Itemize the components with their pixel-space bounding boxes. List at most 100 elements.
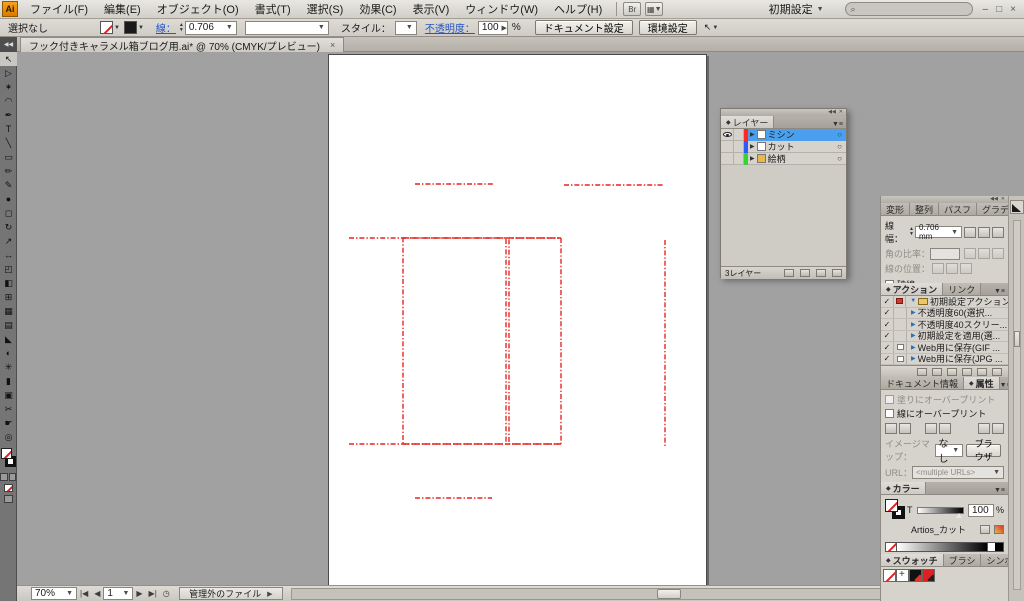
tab-stroke-group-2[interactable]: パスフ — [939, 203, 977, 215]
next-artboard-button[interactable]: ▶ — [133, 589, 145, 598]
swatch-blackred[interactable] — [909, 569, 922, 582]
collapse-tools-icon[interactable]: ◀◀ — [0, 37, 17, 52]
tab-stroke-group-1[interactable]: 整列 — [910, 203, 939, 215]
action-check-icon[interactable]: ✓ — [881, 354, 894, 365]
perspective-grid-tool[interactable]: ⊞ — [0, 290, 17, 304]
prev-artboard-button[interactable]: ◀ — [91, 589, 103, 598]
join-miter-button[interactable] — [964, 248, 976, 259]
blob-brush-tool[interactable]: ● — [0, 192, 17, 206]
line-segment-tool[interactable]: ╲ — [0, 136, 17, 150]
join-bevel-button[interactable] — [992, 248, 1004, 259]
lock-toggle[interactable] — [734, 129, 744, 141]
action-check-icon[interactable]: ✓ — [881, 319, 894, 330]
gradient-mode-button[interactable] — [9, 473, 17, 481]
tint-slider[interactable] — [917, 507, 964, 514]
mesh-tool[interactable]: ▦ — [0, 304, 17, 318]
rotate-tool[interactable]: ↻ — [0, 220, 17, 234]
hide-center-button[interactable] — [899, 423, 911, 434]
scrollbar-thumb[interactable] — [657, 589, 681, 599]
stroke-weight-stepper[interactable]: ▲▼ — [909, 227, 914, 237]
expand-icon[interactable]: ▶ — [750, 143, 755, 150]
panel-menu-icon[interactable]: ▼≡ — [832, 121, 843, 128]
tab-actions-group-0[interactable]: アクション — [881, 283, 943, 295]
tab-actions-group-1[interactable]: リンク — [943, 283, 981, 295]
style-dropdown[interactable]: ▼ — [395, 21, 417, 35]
tab-swatch-group-1[interactable]: ブラシ — [944, 554, 982, 566]
stroke-link[interactable]: 線： — [156, 20, 176, 35]
fill-rule-nonzero-button[interactable] — [978, 423, 990, 434]
expand-icon[interactable]: ▶ — [911, 344, 916, 351]
first-artboard-button[interactable]: |◀ — [77, 589, 91, 598]
tab-close-icon[interactable]: × — [330, 40, 335, 50]
white-chip[interactable] — [987, 543, 995, 551]
target-circle-icon[interactable]: ○ — [837, 154, 842, 163]
close-icon[interactable]: ✕ — [1001, 197, 1005, 202]
overprint-fill-checkbox[interactable] — [885, 395, 894, 404]
url-dropdown[interactable]: <multiple URLs> ▼ — [912, 466, 1004, 479]
delete-action-icon[interactable] — [992, 368, 1002, 376]
menu-item-5[interactable]: 効果(C) — [351, 0, 404, 18]
action-row-5[interactable]: ✓▶Web用に保存(JPG ... — [881, 354, 1008, 366]
tab-layers[interactable]: レイヤー — [721, 116, 774, 128]
magic-wand-tool[interactable]: ✶ — [0, 80, 17, 94]
scale-tool[interactable]: ↗ — [0, 234, 17, 248]
expand-icon[interactable]: ▶ — [911, 332, 916, 339]
width-tool[interactable]: ↔ — [0, 248, 17, 262]
stop-icon[interactable] — [917, 368, 927, 376]
scrollbar-thumb[interactable] — [1014, 331, 1020, 347]
expand-icon[interactable]: ▶ — [750, 131, 755, 138]
pen-tool[interactable]: ✒ — [0, 108, 17, 122]
stroke-width-field[interactable]: 0.706 ▼ — [185, 21, 237, 35]
cap-round-button[interactable] — [978, 227, 990, 238]
visibility-toggle[interactable] — [721, 153, 734, 165]
show-center-button[interactable] — [885, 423, 897, 434]
perforation-rect-3[interactable] — [403, 238, 506, 444]
maximize-button[interactable]: □ — [996, 4, 1002, 15]
action-check-icon[interactable]: ✓ — [881, 331, 894, 342]
document-setup-button[interactable]: ドキュメント設定 — [535, 20, 633, 35]
action-dialog-toggle[interactable] — [894, 308, 907, 319]
panel-menu-icon[interactable]: ▼≡ — [994, 487, 1005, 494]
lock-toggle[interactable] — [734, 141, 744, 153]
fill-stroke-indicator[interactable] — [885, 499, 907, 521]
layer-row-2[interactable]: ▶絵柄○ — [721, 153, 846, 165]
eyedropper-tool[interactable]: ◣ — [0, 332, 17, 346]
direct-selection-tool[interactable]: ▷ — [0, 66, 17, 80]
paintbrush-tool[interactable]: ✏ — [0, 164, 17, 178]
collapsed-panel-icon[interactable] — [1010, 200, 1024, 214]
tab-stroke-group-0[interactable]: 変形 — [881, 203, 910, 215]
shape-builder-tool[interactable]: ◧ — [0, 276, 17, 290]
rectangle-tool[interactable]: ▭ — [0, 150, 17, 164]
new-action-icon[interactable] — [977, 368, 987, 376]
tab-swatch-group-0[interactable]: スウォッチ — [881, 554, 944, 566]
perforation-rect-4[interactable] — [509, 238, 561, 444]
align-inside-button[interactable] — [946, 263, 958, 274]
type-tool[interactable]: T — [0, 122, 17, 136]
hand-tool[interactable]: ☛ — [0, 416, 17, 430]
gradient-tool[interactable]: ▤ — [0, 318, 17, 332]
fill-rule-evenodd-button[interactable] — [992, 423, 1004, 434]
menu-item-7[interactable]: ウィンドウ(W) — [457, 0, 546, 18]
tint-ramp[interactable] — [897, 543, 987, 551]
play-icon[interactable] — [947, 368, 957, 376]
arrange-documents-icon[interactable]: ▦▼ — [645, 2, 663, 16]
action-dialog-toggle[interactable] — [894, 354, 907, 365]
miter-limit-field[interactable] — [930, 248, 960, 260]
lock-toggle[interactable] — [734, 153, 744, 165]
action-dialog-toggle[interactable] — [894, 331, 907, 342]
fill-none-swatch[interactable] — [1, 448, 12, 459]
menu-item-3[interactable]: 書式(T) — [247, 0, 299, 18]
draw-mode-button[interactable] — [4, 495, 13, 503]
stroke-weight-field[interactable]: 0.706 mm ▼ — [915, 226, 962, 238]
imagemap-dropdown[interactable]: なし ▼ — [935, 444, 964, 457]
make-clip-mask-icon[interactable] — [784, 269, 794, 277]
expand-icon[interactable]: ▶ — [911, 309, 916, 316]
color-warning-icon[interactable] — [994, 525, 1004, 534]
align-outside-button[interactable] — [960, 263, 972, 274]
expand-icon[interactable]: ▶ — [911, 321, 916, 328]
collapse-icon[interactable]: ◀◀ — [828, 110, 836, 115]
expand-icon[interactable]: ▶ — [750, 155, 755, 162]
black-chip[interactable] — [995, 543, 1003, 551]
slice-tool[interactable]: ✂ — [0, 402, 17, 416]
fill-stroke-indicator[interactable] — [0, 448, 17, 470]
